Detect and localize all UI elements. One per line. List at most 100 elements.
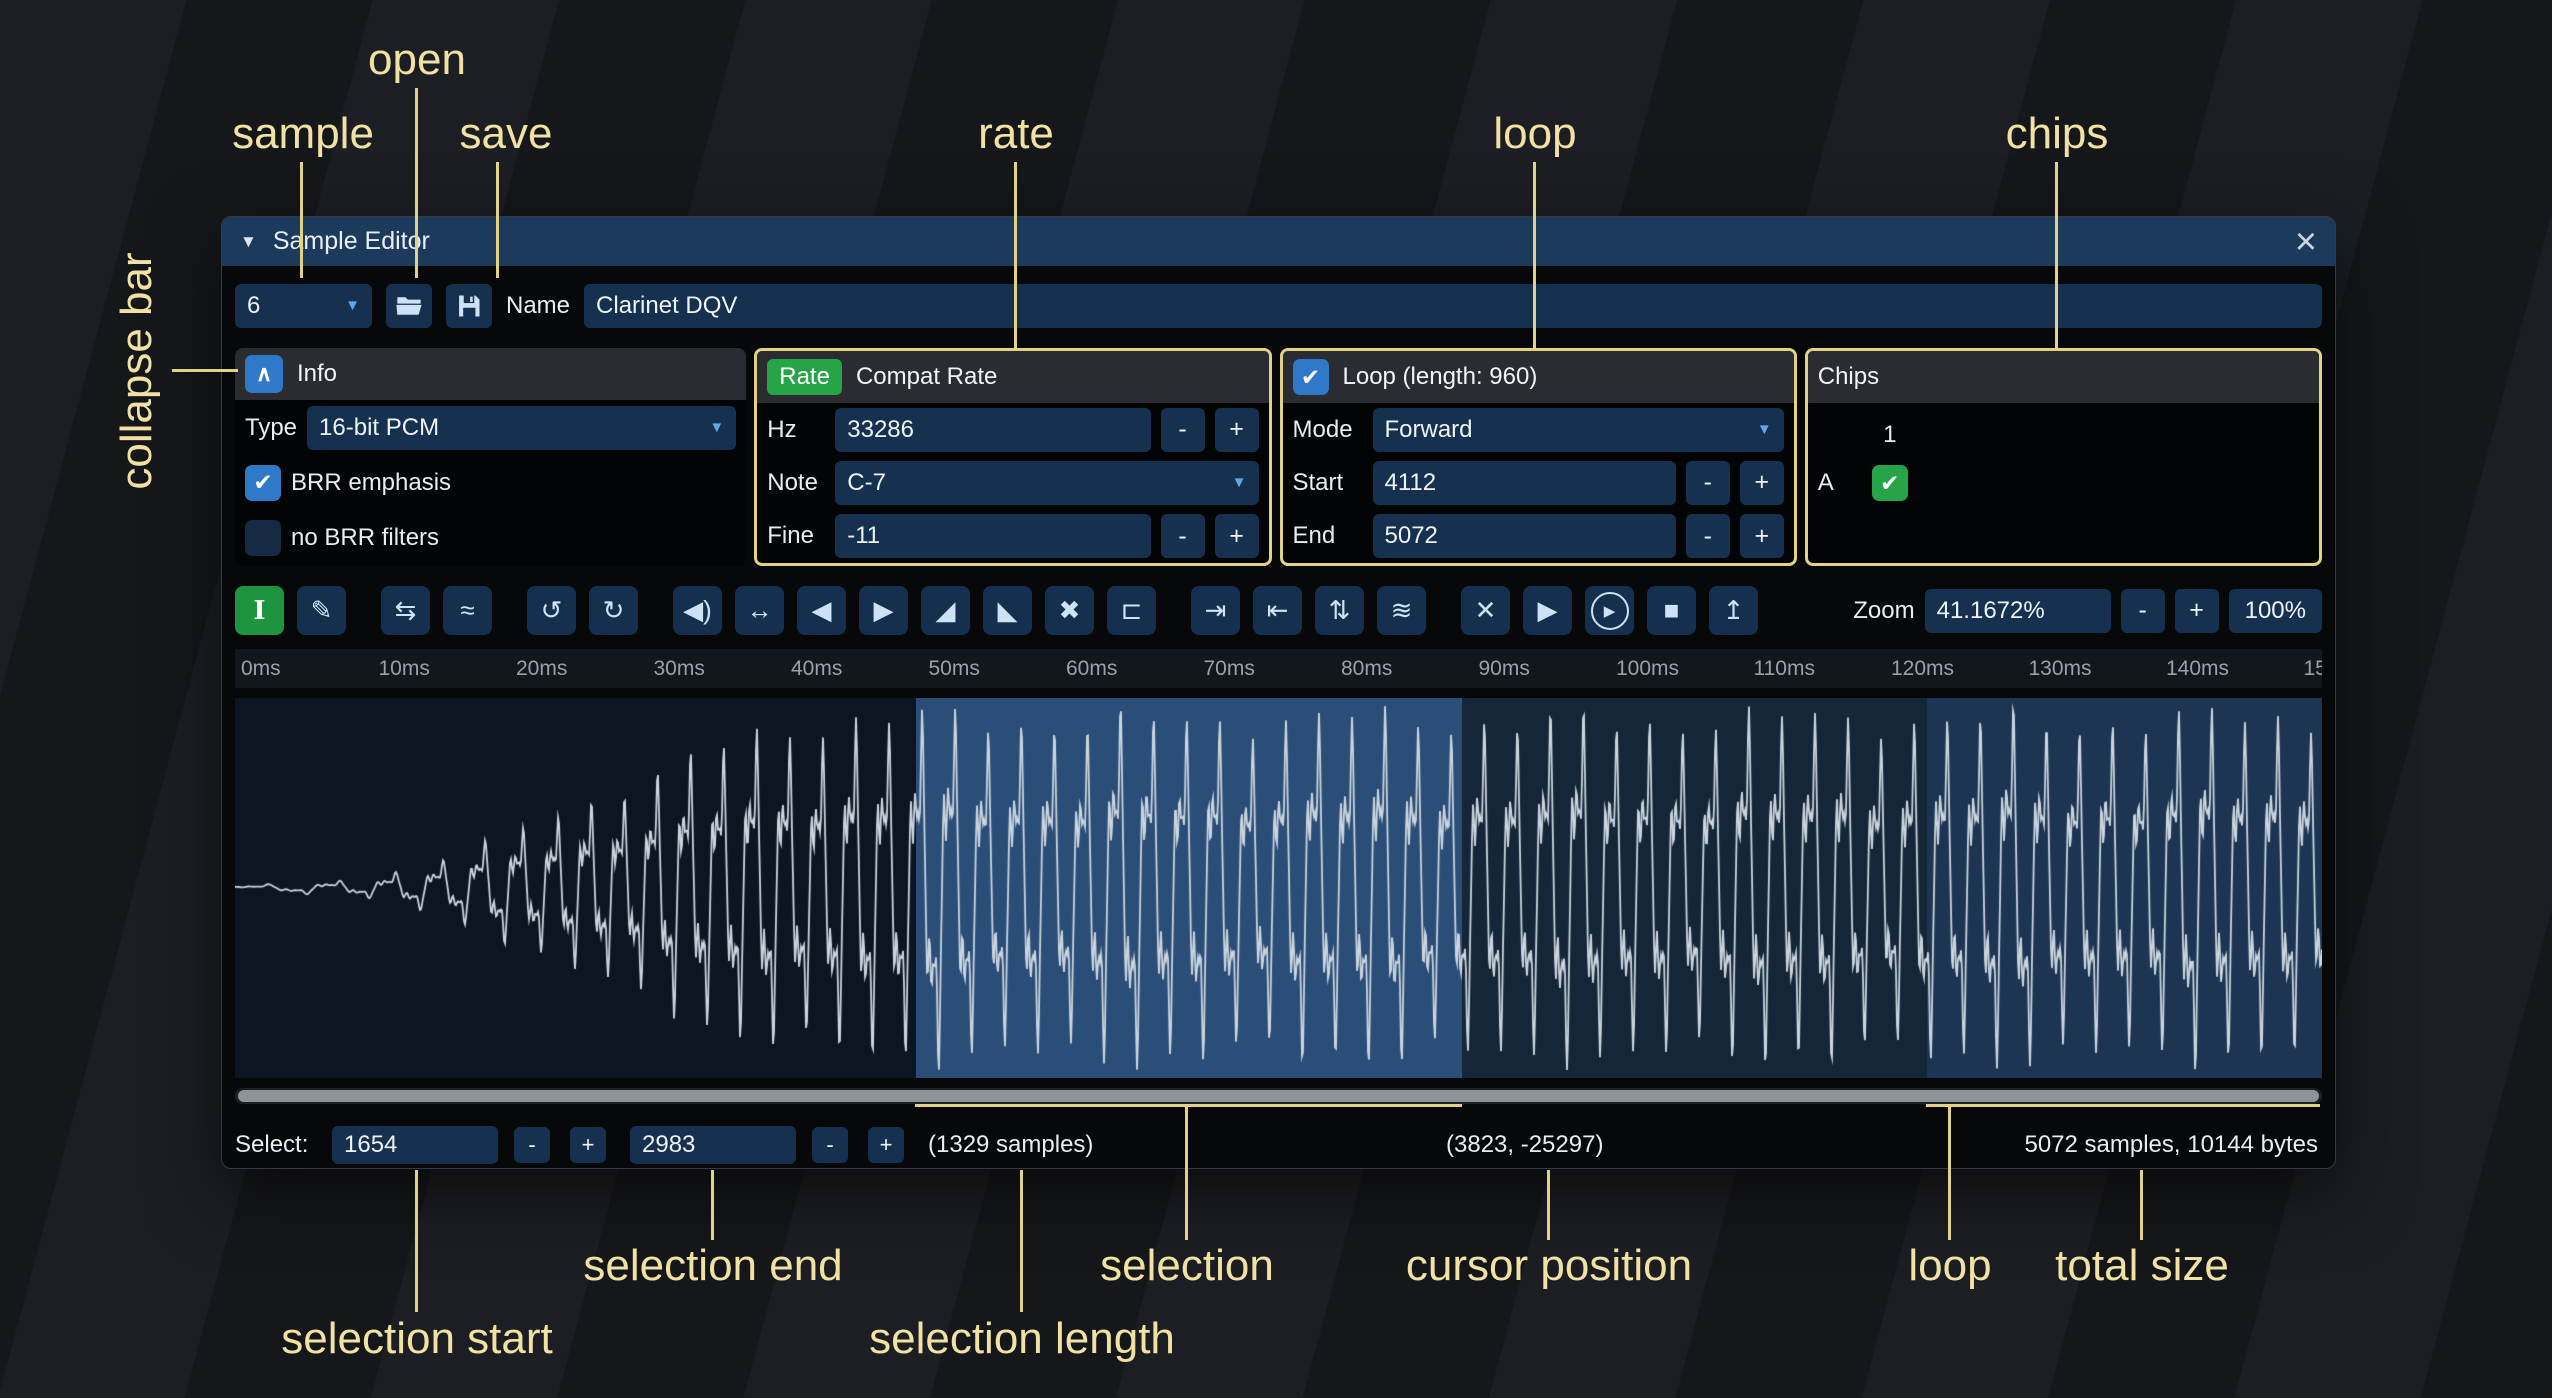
loop-mode-select[interactable]: Forward ▼ (1373, 408, 1784, 452)
annotation-bracket-loop (1926, 1104, 2320, 1107)
hz-decrement-button[interactable]: - (1161, 408, 1205, 452)
annotation-open: open (368, 35, 466, 85)
apply-silence-icon[interactable]: ⇤ (1253, 586, 1302, 635)
selection-start-input[interactable]: 1654 (332, 1126, 498, 1164)
note-select[interactable]: C-7 ▼ (835, 461, 1258, 505)
normalize-icon[interactable]: ↔ (735, 586, 784, 635)
fine-decrement-button[interactable]: - (1161, 514, 1205, 558)
timeline-label: 10ms (379, 657, 430, 681)
name-input[interactable]: Clarinet DQV (584, 284, 2322, 328)
sample-index-select[interactable]: 6 ▼ (235, 284, 372, 328)
info-panel: ∧ Info Type 16-bit PCM ▼ ✔ BRR emphasis (235, 348, 746, 566)
annotation-cursor-position: cursor position (1406, 1241, 1692, 1291)
trim-icon[interactable]: ⊏ (1107, 586, 1156, 635)
timeline-label: 70ms (1204, 657, 1255, 681)
annotation-rate: rate (978, 109, 1054, 159)
sample-index-value: 6 (247, 292, 260, 320)
selection-start-increment-button[interactable]: + (570, 1127, 606, 1163)
chip-row-label: A (1818, 469, 1862, 497)
annotation-line-chips (2055, 162, 2058, 348)
annotation-save: save (460, 109, 553, 159)
reverse-icon[interactable]: ◀ (797, 586, 846, 635)
fine-label: Fine (767, 522, 825, 550)
open-button[interactable] (386, 284, 432, 328)
delete-icon[interactable]: ✖ (1045, 586, 1094, 635)
annotation-line-total-size (2140, 1170, 2143, 1240)
fine-input[interactable]: -11 (835, 514, 1150, 558)
loop-enable-checkbox[interactable]: ✔ (1293, 359, 1329, 395)
note-value: C-7 (847, 469, 886, 497)
window-title: Sample Editor (273, 227, 430, 256)
selection-end-decrement-button[interactable]: - (812, 1127, 848, 1163)
save-button[interactable] (446, 284, 492, 328)
collapse-bar-button[interactable]: ∧ (245, 355, 283, 393)
create-wavetable-icon[interactable]: ≈ (443, 586, 492, 635)
sample-type-select[interactable]: 16-bit PCM ▼ (307, 406, 736, 450)
preview-icon[interactable]: ▶ (1523, 586, 1572, 635)
fade-out-icon[interactable]: ◣ (983, 586, 1032, 635)
chip-enable-checkbox[interactable]: ✔ (1872, 465, 1908, 501)
export-icon[interactable]: ↥ (1709, 586, 1758, 635)
annotation-selection-start: selection start (281, 1314, 552, 1364)
insert-silence-icon[interactable]: ⇥ (1191, 586, 1240, 635)
loop-mode-row: Mode Forward ▼ (1283, 403, 1794, 456)
zoom-input[interactable]: 41.1672% (1925, 589, 2111, 633)
chevron-up-icon: ∧ (256, 361, 272, 387)
loop-end-decrement-button[interactable]: - (1686, 514, 1730, 558)
scrollbar-thumb[interactable] (238, 1090, 2319, 1102)
fade-in-icon[interactable]: ◢ (921, 586, 970, 635)
timeline-label: 80ms (1341, 657, 1392, 681)
waveform-scrollbar[interactable] (235, 1088, 2322, 1104)
type-row: Type 16-bit PCM ▼ (235, 400, 746, 455)
loop-end-increment-button[interactable]: + (1740, 514, 1784, 558)
undo-icon[interactable]: ↺ (527, 586, 576, 635)
invert-icon[interactable]: ▶ (859, 586, 908, 635)
crossfade-icon[interactable]: ✕ (1461, 586, 1510, 635)
filter-icon[interactable]: ≋ (1377, 586, 1426, 635)
annotation-collapse-bar: collapse bar (112, 252, 162, 489)
zoom-reset-button[interactable]: 100% (2229, 589, 2322, 633)
zoom-in-button[interactable]: + (2175, 589, 2219, 633)
annotation-bracket-selection (915, 1104, 1462, 1107)
selection-end-increment-button[interactable]: + (868, 1127, 904, 1163)
select-mode-icon[interactable]: I (235, 586, 284, 635)
close-icon[interactable]: × (2295, 223, 2317, 261)
loop-end-input[interactable]: 5072 (1373, 514, 1676, 558)
brr-emphasis-checkbox[interactable]: ✔ (245, 465, 281, 501)
no-brr-filters-checkbox[interactable] (245, 520, 281, 556)
preview-loop-icon[interactable]: ▶ (1585, 586, 1634, 635)
draw-mode-icon[interactable]: ✎ (297, 586, 346, 635)
annotation-selection-length: selection length (869, 1314, 1175, 1364)
annotation-line-selection-length (1020, 1170, 1023, 1312)
rate-badge: Rate (767, 359, 842, 395)
info-panel-title: Info (297, 360, 337, 388)
loop-start-decrement-button[interactable]: - (1686, 461, 1730, 505)
timeline-label: 100ms (1616, 657, 1679, 681)
resample-icon[interactable]: ⇆ (381, 586, 430, 635)
waveform-display[interactable] (235, 698, 2322, 1078)
selection-start-decrement-button[interactable]: - (514, 1127, 550, 1163)
annotation-total-size: total size (2055, 1241, 2229, 1291)
timeline-label: 40ms (791, 657, 842, 681)
fine-increment-button[interactable]: + (1215, 514, 1259, 558)
rate-panel-title: Compat Rate (856, 363, 997, 391)
window-collapse-icon[interactable]: ▼ (240, 232, 257, 252)
amplify-icon[interactable]: ◀) (673, 586, 722, 635)
annotation-sample: sample (232, 109, 374, 159)
zoom-out-button[interactable]: - (2121, 589, 2165, 633)
loop-panel-header: ✔ Loop (length: 960) (1283, 351, 1794, 403)
waveform-canvas[interactable] (235, 698, 2322, 1078)
hz-increment-button[interactable]: + (1215, 408, 1259, 452)
status-bar: Select: 1654 - + 2983 - + (1329 samples)… (222, 1121, 2335, 1168)
hz-input[interactable]: 33286 (835, 408, 1150, 452)
loop-start-row: Start 4112 - + (1283, 456, 1794, 509)
redo-icon[interactable]: ↻ (589, 586, 638, 635)
loop-start-input[interactable]: 4112 (1373, 461, 1676, 505)
mix-paste-icon[interactable]: ⇅ (1315, 586, 1364, 635)
hz-row: Hz 33286 - + (757, 403, 1268, 456)
loop-start-increment-button[interactable]: + (1740, 461, 1784, 505)
selection-end-input[interactable]: 2983 (630, 1126, 796, 1164)
window-titlebar[interactable]: ▼ Sample Editor × (222, 217, 2335, 266)
stop-preview-icon[interactable]: ■ (1647, 586, 1696, 635)
timeline-label: 90ms (1479, 657, 1530, 681)
